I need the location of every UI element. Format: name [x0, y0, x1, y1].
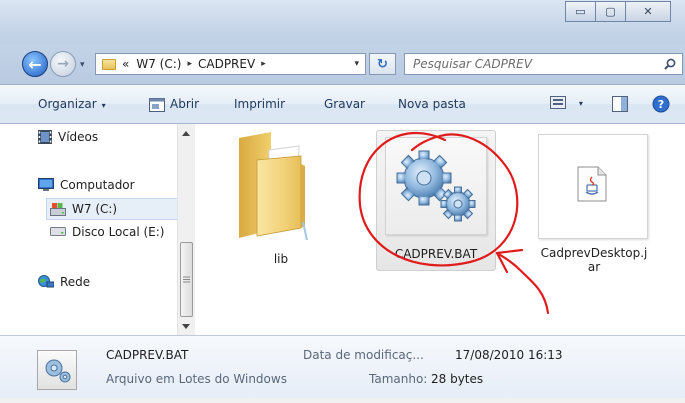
arrow-left-icon: ← [28, 54, 42, 74]
view-icon [550, 96, 566, 109]
explorer-window: ▭ ▢ ✕ ← → ▾ « W7 (C:) ▸ CADPREV ▸ ▾ ↻ Pe… [0, 0, 685, 403]
organize-menu[interactable]: Organizar ▾ [38, 97, 106, 111]
sidebar-item-label: Vídeos [58, 130, 99, 144]
file-item-cadprevdesktop-jar[interactable]: CadprevDesktop.j ar [534, 132, 654, 282]
details-file-type: Arquivo em Lotes do Windows [106, 372, 287, 386]
file-name-line-2: ar [587, 260, 601, 274]
recent-pages-dropdown[interactable]: ▾ [80, 60, 85, 70]
details-size-value: 28 bytes [431, 372, 484, 386]
file-name: CadprevDesktop.j ar [534, 246, 654, 274]
sidebar-item-label: W7 (C:) [72, 202, 118, 216]
command-bar: Organizar ▾ Abrir Imprimir Gravar Nova pa… [0, 84, 685, 124]
print-button[interactable]: Imprimir [234, 97, 285, 111]
sidebar-item-computer[interactable]: Computador [38, 178, 135, 192]
chevron-down-icon: ▾ [101, 101, 106, 110]
navigation-pane: Vídeos Computador W7 (C:) Disco Local (E… [16, 124, 201, 335]
title-bar: ▭ ▢ ✕ [0, 0, 685, 44]
details-size-label: Tamanho: [369, 372, 428, 386]
batch-thumbnail [385, 137, 487, 235]
close-button[interactable]: ✕ [625, 1, 671, 22]
refresh-button[interactable]: ↻ [369, 53, 396, 75]
gears-icon [396, 150, 476, 222]
search-icon[interactable] [664, 58, 676, 70]
video-icon [38, 130, 52, 144]
view-options-button[interactable]: ▾ [550, 96, 583, 112]
disk-icon [50, 227, 66, 236]
back-button[interactable]: ← [22, 51, 48, 77]
breadcrumb-item-cadprev[interactable]: CADPREV [198, 57, 255, 71]
preview-pane-icon[interactable] [612, 96, 628, 112]
computer-icon [38, 178, 54, 191]
navigation-scrollbar[interactable] [177, 124, 195, 335]
search-input[interactable] [413, 56, 653, 72]
scroll-up-icon[interactable] [182, 131, 190, 136]
minimize-button[interactable]: ▭ [565, 1, 596, 22]
jar-thumbnail [538, 134, 648, 239]
forward-button[interactable]: → [50, 51, 76, 77]
breadcrumb-separator-icon[interactable]: ▸ [187, 59, 192, 69]
scrollbar-thumb[interactable] [180, 242, 193, 317]
address-dropdown-button[interactable]: ▾ [354, 59, 359, 69]
sidebar-item-label: Rede [60, 275, 91, 289]
details-file-icon [37, 350, 77, 390]
open-icon [149, 98, 165, 112]
drive-icon [50, 202, 66, 216]
file-name: CADPREV.BAT [394, 247, 478, 261]
sidebar-item-network[interactable]: Rede [38, 275, 90, 289]
details-pane: CADPREV.BAT Arquivo em Lotes do Windows … [0, 335, 685, 403]
network-icon [38, 275, 54, 288]
java-file-icon [577, 166, 607, 202]
refresh-icon: ↻ [377, 56, 388, 72]
file-item-cadprev-bat[interactable]: CADPREV.BAT [376, 130, 496, 271]
sidebar-item-label: Disco Local (E:) [72, 225, 165, 239]
folder-icon [102, 58, 116, 70]
organize-label: Organizar [38, 97, 97, 111]
address-row: ← → ▾ « W7 (C:) ▸ CADPREV ▸ ▾ ↻ [0, 44, 685, 84]
scroll-down-icon[interactable] [182, 324, 190, 329]
details-file-name: CADPREV.BAT [106, 348, 189, 362]
burn-button[interactable]: Gravar [324, 97, 365, 111]
details-modified-label: Data de modificaç... [303, 348, 424, 362]
sidebar-item-drive-c[interactable]: W7 (C:) [46, 198, 180, 220]
help-icon[interactable]: ? [652, 95, 670, 113]
open-button[interactable]: Abrir [170, 97, 199, 111]
svg-text:?: ? [658, 98, 664, 111]
breadcrumb-separator-icon[interactable]: ▸ [261, 59, 266, 69]
new-folder-button[interactable]: Nova pasta [398, 97, 466, 111]
file-list: lib CADPREV.BAT CadprevDesktop.j ar [200, 124, 685, 335]
file-item-lib[interactable]: lib [226, 130, 336, 270]
breadcrumb-item-drive[interactable]: W7 (C:) [136, 57, 181, 71]
chevron-down-icon: ▾ [578, 99, 583, 108]
address-bar[interactable]: « W7 (C:) ▸ CADPREV ▸ ▾ [95, 53, 366, 75]
gears-icon [45, 359, 71, 383]
file-name: lib [273, 252, 289, 266]
window-controls: ▭ ▢ ✕ [565, 1, 671, 22]
folder-icon [239, 132, 308, 241]
search-box[interactable] [404, 53, 683, 75]
sidebar-item-disk-e[interactable]: Disco Local (E:) [50, 225, 164, 239]
arrow-right-icon: → [57, 56, 69, 72]
maximize-button[interactable]: ▢ [595, 1, 626, 22]
breadcrumb-overflow[interactable]: « [122, 57, 129, 71]
file-name-line-1: CadprevDesktop.j [540, 246, 648, 260]
sidebar-item-videos[interactable]: Vídeos [38, 130, 98, 144]
grip-icon [183, 276, 190, 283]
details-modified-value: 17/08/2010 16:13 [455, 348, 563, 362]
sidebar-item-label: Computador [60, 178, 135, 192]
window-border [0, 398, 685, 403]
